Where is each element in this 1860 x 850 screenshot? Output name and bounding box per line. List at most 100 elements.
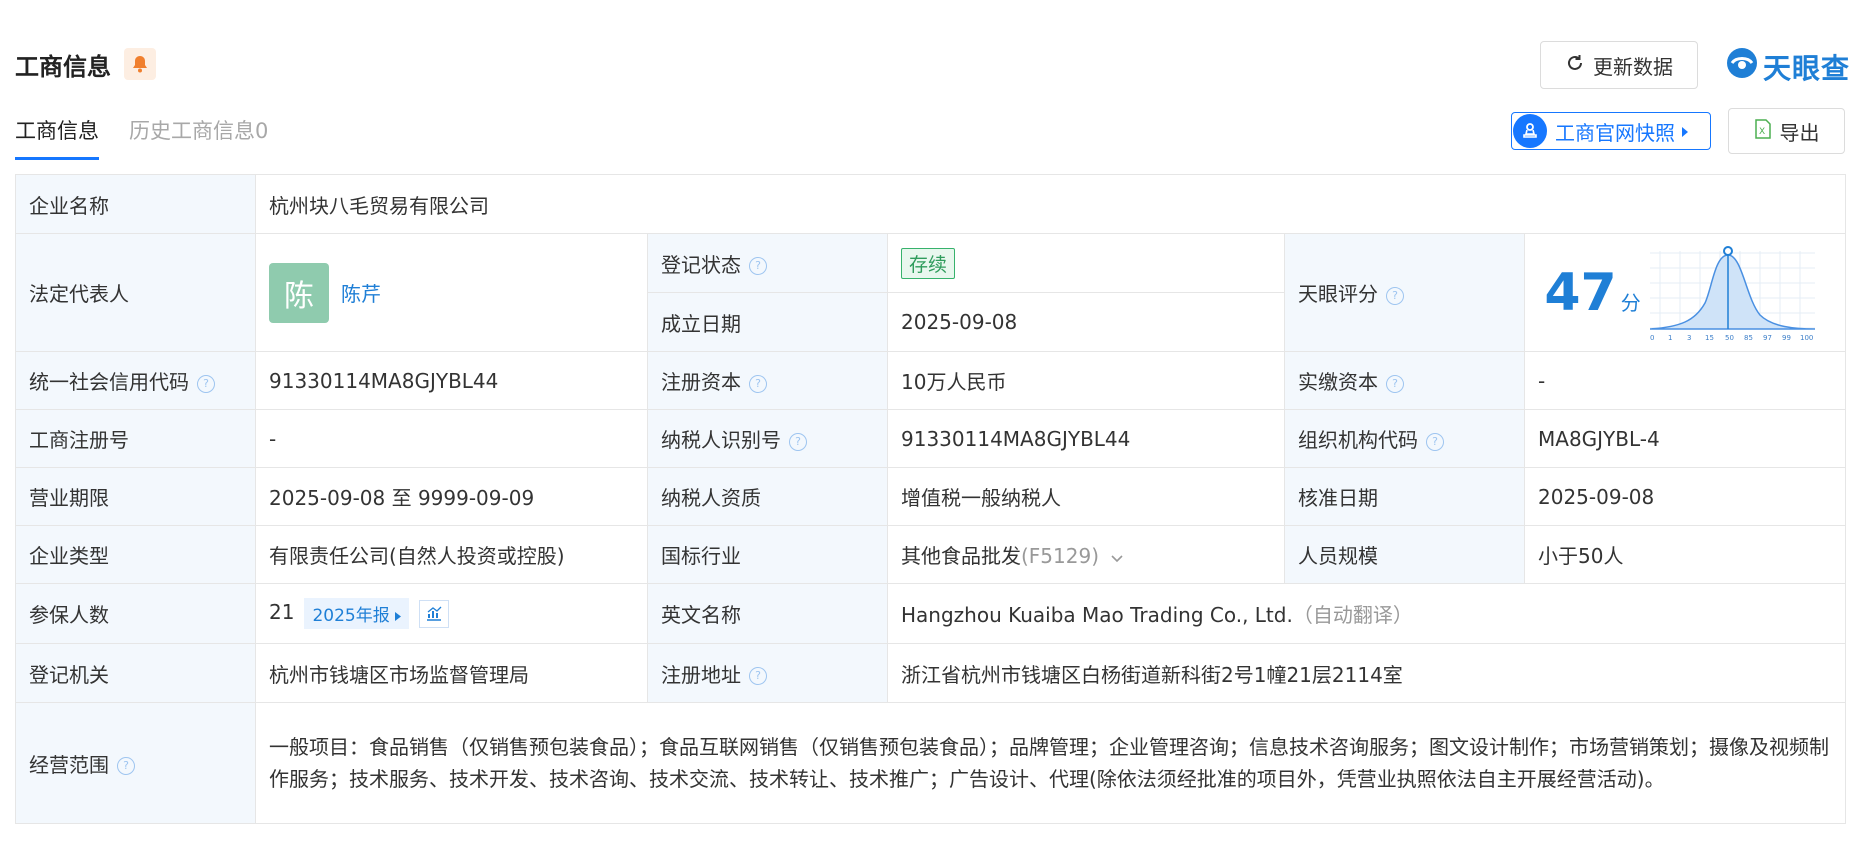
credit-code-label-cell: 统一社会信用代码? [15, 351, 256, 410]
help-icon[interactable]: ? [117, 757, 135, 775]
help-icon[interactable]: ? [749, 667, 767, 685]
table-row: 企业名称 杭州块八毛贸易有限公司 [15, 174, 1847, 234]
found-date-label: 成立日期 [647, 292, 888, 352]
found-date: 2025-09-08 [887, 292, 1285, 352]
approve-date-label: 核准日期 [1284, 467, 1525, 526]
svg-text:X: X [1759, 127, 1765, 137]
org-code-label-cell: 组织机构代码? [1284, 409, 1525, 468]
table-row: 登记机关 杭州市钱塘区市场监督管理局 注册地址? 浙江省杭州市钱塘区白杨街道新科… [15, 643, 1847, 703]
biz-term: 2025-09-08 至 9999-09-09 [255, 467, 648, 526]
help-icon[interactable]: ? [749, 374, 767, 393]
paid-capital-label: 实缴资本 [1298, 370, 1378, 394]
taxpayer-qual: 增值税一般纳税人 [887, 467, 1285, 526]
reg-status-label: 登记状态 [661, 252, 741, 277]
score-label-cell: 天眼评分? [1284, 233, 1525, 352]
credit-code: 91330114MA8GJYBL44 [255, 351, 648, 410]
reg-status-cell: 存续 [887, 233, 1285, 293]
insured-count: 21 [269, 600, 295, 624]
industry-cell[interactable]: 其他食品批发(F5129) [887, 525, 1285, 584]
score-value: 47 [1544, 262, 1617, 323]
table-row: 经营范围? 一般项目：食品销售（仅销售预包装食品）；食品互联网销售（仅销售预包装… [15, 702, 1847, 824]
reg-no-label: 工商注册号 [15, 409, 256, 468]
snapshot-label: 工商官网快照 [1555, 120, 1675, 145]
industry-label: 国标行业 [647, 525, 888, 584]
table-row: 统一社会信用代码? 91330114MA8GJYBL44 注册资本? 10万人民… [15, 351, 1847, 410]
en-name: Hangzhou Kuaiba Mao Trading Co., Ltd. [901, 603, 1293, 627]
refresh-icon [1565, 53, 1585, 78]
legal-rep-link[interactable]: 陈芹 [341, 278, 381, 307]
score-cell[interactable]: 47 分 0 1 3 15 50 85 97 99 100 [1523, 233, 1847, 352]
help-icon[interactable]: ? [1426, 432, 1444, 451]
export-button[interactable]: X 导出 [1728, 108, 1845, 154]
score-distribution-chart: 0 1 3 15 50 85 97 99 100 [1650, 245, 1816, 342]
refresh-data-button[interactable]: 更新数据 [1540, 41, 1698, 89]
excel-icon: X [1754, 118, 1772, 144]
paid-capital: - [1523, 351, 1847, 410]
official-snapshot-button[interactable]: 工商官网快照 [1511, 112, 1711, 150]
business-info-table: 企业名称 杭州块八毛贸易有限公司 法定代表人 陈 陈芹 登记状态? 存续 天眼评… [15, 174, 1847, 824]
address-label: 注册地址 [661, 662, 741, 687]
scope-label: 经营范围 [29, 752, 109, 777]
reg-capital: 10万人民币 [887, 351, 1285, 410]
insured-cell: 21 2025年报 [255, 583, 648, 644]
score-axis-tick: 0 [1650, 334, 1654, 342]
help-icon[interactable]: ? [749, 257, 767, 275]
caret-right-icon [395, 612, 402, 621]
help-icon[interactable]: ? [197, 374, 215, 393]
company-name-label: 企业名称 [15, 174, 256, 234]
org-code: MA8GJYBL-4 [1523, 409, 1847, 468]
score-axis-tick: 15 [1705, 334, 1714, 342]
help-icon[interactable]: ? [1386, 286, 1404, 305]
table-row: 营业期限 2025-09-08 至 9999-09-09 纳税人资质 增值税一般… [15, 467, 1847, 526]
score-axis-tick: 85 [1744, 334, 1753, 342]
company-type: 有限责任公司(自然人投资或控股) [255, 525, 648, 584]
table-row: 企业类型 有限责任公司(自然人投资或控股) 国标行业 其他食品批发(F5129)… [15, 525, 1847, 584]
reg-no: - [255, 409, 648, 468]
export-label: 导出 [1779, 120, 1820, 145]
en-name-cell: Hangzhou Kuaiba Mao Trading Co., Ltd.（自动… [886, 583, 1847, 644]
taxpayer-id-label-cell: 纳税人识别号? [647, 409, 888, 468]
table-row: 法定代表人 陈 陈芹 登记状态? 存续 天眼评分? 47 分 0 1 3 15 … [15, 233, 1847, 352]
tab-history-business-info[interactable]: 历史工商信息0 [129, 115, 268, 160]
chart-icon[interactable] [419, 599, 450, 628]
bell-icon[interactable] [124, 48, 156, 80]
reg-status-label-cell: 登记状态? [647, 233, 888, 293]
score-axis-tick: 97 [1763, 334, 1772, 342]
score-axis-tick: 50 [1725, 334, 1734, 342]
tab-business-info[interactable]: 工商信息 [15, 115, 99, 160]
help-icon[interactable]: ? [789, 432, 807, 451]
staff-size-label: 人员规模 [1284, 525, 1525, 584]
annual-report-badge[interactable]: 2025年报 [304, 598, 410, 629]
address: 浙江省杭州市钱塘区白杨街道新科街2号1幢21层2114室 [886, 643, 1847, 703]
score-axis-tick: 1 [1668, 334, 1672, 342]
auto-translate-note: （自动翻译） [1292, 603, 1413, 627]
insured-label: 参保人数 [15, 583, 256, 644]
approve-date: 2025-09-08 [1523, 467, 1847, 526]
biz-term-label: 营业期限 [15, 467, 256, 526]
address-label-cell: 注册地址? [647, 643, 888, 703]
reg-capital-label-cell: 注册资本? [647, 351, 888, 410]
status-badge: 存续 [901, 247, 956, 279]
reg-capital-label: 注册资本 [661, 370, 741, 394]
page-title: 工商信息 [15, 53, 111, 81]
score-label: 天眼评分 [1298, 282, 1378, 306]
org-code-label: 组织机构代码 [1298, 428, 1418, 452]
table-row: 工商注册号 - 纳税人识别号? 91330114MA8GJYBL44 组织机构代… [15, 409, 1847, 468]
staff-size: 小于50人 [1523, 525, 1847, 584]
industry-code: (F5129) [1021, 544, 1100, 568]
table-row: 参保人数 21 2025年报 英文名称 Hangzhou Kuaiba Mao T… [15, 583, 1847, 644]
authority: 杭州市钱塘区市场监督管理局 [255, 643, 648, 703]
caret-right-icon [1681, 119, 1689, 143]
score-axis-tick: 3 [1687, 334, 1691, 342]
type-label: 企业类型 [15, 525, 256, 584]
annual-report-label: 2025年报 [312, 606, 390, 626]
score-axis-tick: 99 [1782, 334, 1791, 342]
credit-code-label: 统一社会信用代码 [29, 370, 189, 394]
stamp-icon [1513, 114, 1547, 148]
scope-label-cell: 经营范围? [15, 702, 256, 824]
help-icon[interactable]: ? [1386, 374, 1404, 393]
chevron-down-icon[interactable] [1111, 544, 1123, 568]
taxpayer-id-label: 纳税人识别号 [661, 428, 781, 452]
avatar[interactable]: 陈 [269, 262, 329, 323]
score-axis-tick: 100 [1800, 334, 1813, 342]
